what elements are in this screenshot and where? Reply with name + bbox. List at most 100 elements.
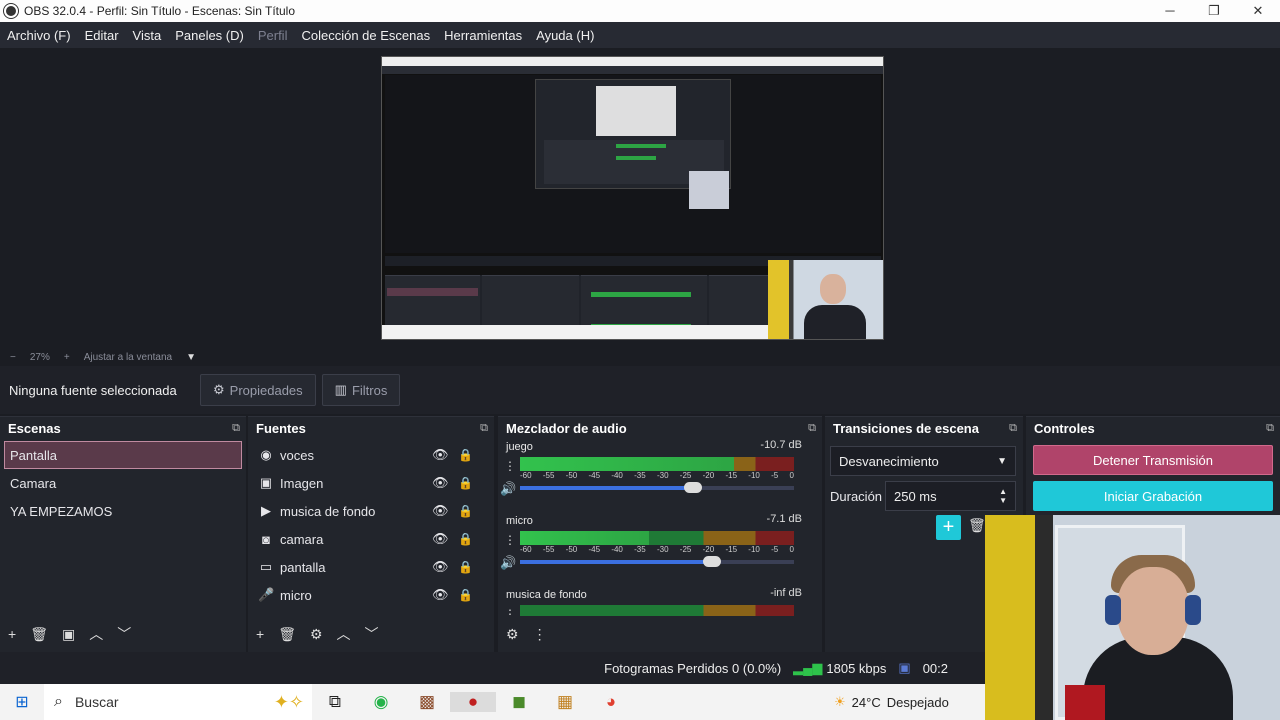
scale-tick: -10: [748, 545, 760, 554]
scene-item-camara[interactable]: Camara: [0, 469, 246, 497]
move-up-icon[interactable]: ︿: [89, 624, 103, 644]
add-scene-icon[interactable]: +: [8, 626, 16, 642]
eye-icon[interactable]: 👁: [432, 475, 449, 491]
remove-transition-icon[interactable]: 🗑: [968, 517, 986, 534]
eye-icon[interactable]: 👁: [432, 531, 449, 547]
transitions-title: Transiciones de escena: [833, 420, 979, 436]
speaker-icon[interactable]: 🔊: [500, 555, 516, 571]
remove-scene-icon[interactable]: 🗑: [30, 626, 48, 643]
scale-tick: -60: [520, 471, 532, 480]
transition-select[interactable]: Desvanecimiento ▼: [830, 446, 1016, 476]
menu-perfil[interactable]: Perfil: [258, 28, 288, 43]
scene-item-ya-empezamos[interactable]: YA EMPEZAMOS: [0, 497, 246, 525]
filters-button[interactable]: ▥ Filtros: [321, 374, 401, 406]
undock-icon[interactable]: ⧉: [1009, 422, 1017, 435]
mixer-menu-icon[interactable]: ⋮: [533, 626, 547, 643]
program-preview[interactable]: [381, 56, 884, 340]
volume-slider[interactable]: [520, 482, 794, 493]
eye-icon[interactable]: 👁: [432, 447, 449, 463]
source-item-camara[interactable]: ◙ camara 👁 🔒: [248, 525, 494, 553]
add-transition-icon[interactable]: +: [936, 515, 961, 540]
mixer-settings-icon[interactable]: ⚙: [506, 626, 519, 643]
task-view-icon[interactable]: ⧉: [312, 692, 358, 712]
lock-icon[interactable]: 🔒: [458, 504, 473, 518]
properties-button[interactable]: ⚙ Propiedades: [200, 374, 316, 406]
source-label: micro: [280, 587, 312, 603]
scene-filters-icon[interactable]: ▣: [62, 626, 75, 643]
eye-icon[interactable]: 👁: [432, 587, 449, 603]
app-icon[interactable]: ▩: [404, 692, 450, 712]
close-icon[interactable]: ✕: [1236, 3, 1280, 19]
duration-spinbox[interactable]: 250 ms ▲ ▼: [885, 481, 1016, 511]
volume-slider[interactable]: [520, 556, 794, 567]
menu-ayuda[interactable]: Ayuda (H): [536, 28, 594, 43]
source-label: musica de fondo: [280, 503, 376, 519]
mixer-title: Mezclador de audio: [506, 420, 627, 436]
menu-paneles[interactable]: Paneles (D): [175, 28, 244, 43]
weather-widget[interactable]: ☀ 24°C Despejado: [834, 694, 949, 710]
minecraft-icon[interactable]: ◼: [496, 692, 542, 712]
start-recording-button[interactable]: Iniciar Grabación: [1033, 481, 1273, 511]
zoom-in-icon[interactable]: +: [64, 352, 70, 363]
scale-tick: -50: [565, 545, 578, 554]
source-label: Imagen: [280, 475, 324, 491]
eye-icon[interactable]: 👁: [432, 559, 449, 575]
obs-logo-icon: [4, 4, 18, 18]
undock-icon[interactable]: ⧉: [232, 422, 240, 435]
source-settings-icon[interactable]: ⚙: [310, 626, 323, 643]
source-item-musica[interactable]: ▶ musica de fondo 👁 🔒: [248, 497, 494, 525]
scene-item-pantalla[interactable]: Pantalla: [4, 441, 242, 469]
search-icon: ⌕: [54, 693, 63, 710]
stop-stream-button[interactable]: Detener Transmisión: [1033, 445, 1273, 475]
eye-icon[interactable]: 👁: [432, 503, 449, 519]
spin-arrows-icon[interactable]: ▲ ▼: [999, 487, 1007, 505]
undock-icon[interactable]: ⧉: [1266, 422, 1274, 435]
menu-archivo[interactable]: Archivo (F): [7, 28, 71, 43]
meter-level: [520, 457, 734, 471]
stream-time: 00:2: [922, 660, 948, 676]
remove-source-icon[interactable]: 🗑: [278, 626, 296, 643]
lock-icon[interactable]: 🔒: [458, 476, 473, 490]
restore-icon[interactable]: ❐: [1192, 3, 1236, 19]
lock-icon[interactable]: 🔒: [458, 448, 473, 462]
move-down-icon[interactable]: ﹀: [365, 624, 379, 644]
move-up-icon[interactable]: ︿: [337, 624, 351, 644]
chrome-icon[interactable]: ◕: [588, 692, 634, 712]
zoom-out-icon[interactable]: −: [10, 352, 16, 363]
source-item-imagen[interactable]: ▣ Imagen 👁 🔒: [248, 469, 494, 497]
channel-menu-icon[interactable]: ⋮: [504, 533, 516, 547]
add-source-icon[interactable]: +: [256, 626, 264, 642]
undock-icon[interactable]: ⧉: [480, 422, 488, 435]
game-icon[interactable]: ▦: [542, 692, 588, 712]
fit-window-label[interactable]: Ajustar a la ventana: [84, 352, 172, 363]
stream-icon: ▣: [898, 660, 911, 675]
whatsapp-icon[interactable]: ◉: [358, 692, 404, 712]
lock-icon[interactable]: 🔒: [458, 588, 473, 602]
filter-icon: ▥: [334, 382, 347, 397]
volume-handle[interactable]: [702, 556, 721, 567]
source-item-voces[interactable]: ◉ voces 👁 🔒: [248, 441, 494, 469]
windows-start-icon[interactable]: ⊞: [0, 692, 44, 712]
taskbar-search[interactable]: ⌕ Buscar ✦✧: [44, 684, 312, 720]
lock-icon[interactable]: 🔒: [458, 532, 473, 546]
obs-taskbar-icon[interactable]: ●: [450, 692, 496, 712]
source-item-micro[interactable]: 🎤 micro 👁 🔒: [248, 581, 494, 609]
move-down-icon[interactable]: ﹀: [117, 624, 131, 644]
zoom-dropdown-icon[interactable]: ▼: [186, 352, 196, 363]
lock-icon[interactable]: 🔒: [458, 560, 473, 574]
preview-mini-menu: [382, 66, 883, 74]
menu-coleccion-escenas[interactable]: Colección de Escenas: [301, 28, 430, 43]
speaker-icon[interactable]: 🔊: [500, 481, 516, 497]
scenes-dock: Escenas ⧉ Pantalla Camara YA EMPEZAMOS + …: [0, 416, 246, 652]
undock-icon[interactable]: ⧉: [808, 422, 816, 435]
source-item-pantalla[interactable]: ▭ pantalla 👁 🔒: [248, 553, 494, 581]
minimize-icon[interactable]: ─: [1148, 3, 1192, 19]
menu-herramientas[interactable]: Herramientas: [444, 28, 522, 43]
menu-editar[interactable]: Editar: [85, 28, 119, 43]
scale-tick: -60: [520, 545, 532, 554]
menu-bar: Archivo (F) Editar Vista Paneles (D) Per…: [0, 22, 1280, 48]
channel-menu-icon[interactable]: ⋮: [504, 459, 516, 473]
menu-vista[interactable]: Vista: [133, 28, 162, 43]
preview-nested-webcam: [689, 171, 729, 209]
volume-handle[interactable]: [683, 482, 702, 493]
